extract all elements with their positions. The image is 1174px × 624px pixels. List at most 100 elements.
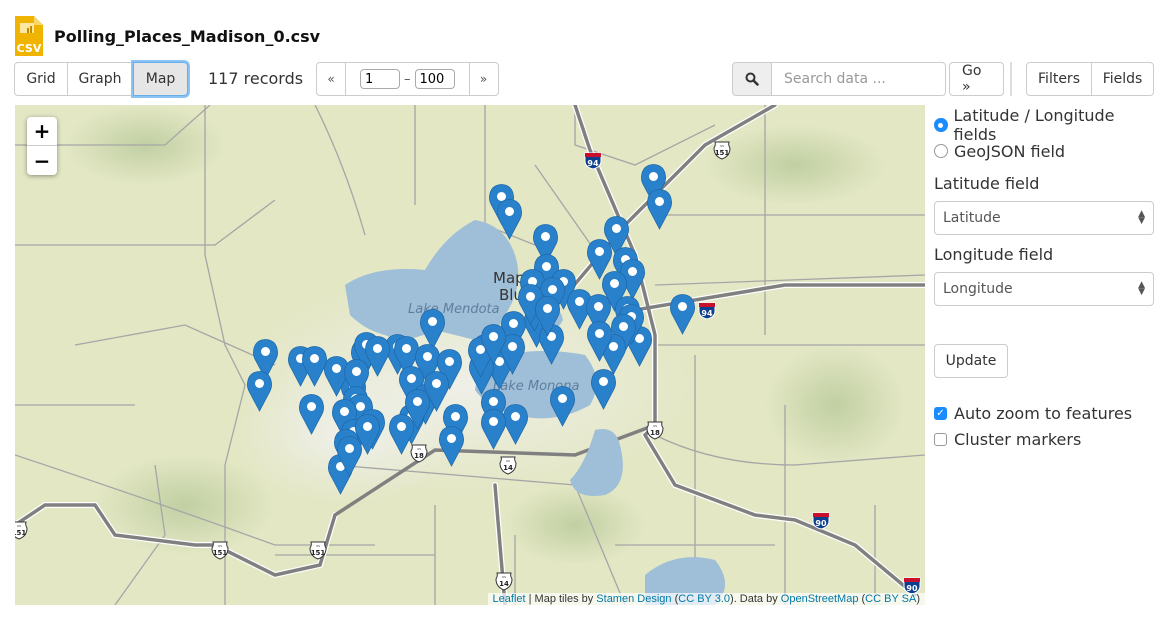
svg-text:US: US bbox=[417, 447, 421, 451]
svg-text:18: 18 bbox=[650, 429, 660, 437]
map-marker[interactable] bbox=[503, 404, 528, 445]
search-input[interactable] bbox=[772, 62, 946, 96]
longitude-select-value: Longitude bbox=[943, 281, 1013, 297]
range-separator: – bbox=[404, 71, 411, 87]
us-route-shield-icon: US151 bbox=[308, 540, 328, 560]
cc-by-link[interactable]: CC BY 3.0 bbox=[678, 593, 730, 605]
leaflet-link[interactable]: Leaflet bbox=[493, 593, 526, 605]
file-header: CSV Polling_Places_Madison_0.csv bbox=[14, 14, 320, 58]
map-view[interactable]: Maple Bluff Lake Mendota Lake Monona 94 U… bbox=[15, 105, 925, 605]
map-marker[interactable] bbox=[481, 324, 506, 365]
latlon-radio-option[interactable]: Latitude / Longitude fields bbox=[934, 106, 1154, 144]
map-marker[interactable] bbox=[591, 369, 616, 410]
svg-text:151: 151 bbox=[213, 549, 228, 557]
select-arrows-icon: ▲ ▼ bbox=[1138, 209, 1145, 226]
csv-file-icon: CSV bbox=[14, 15, 44, 57]
us-route-shield-icon: US151 bbox=[210, 540, 230, 560]
latlon-radio[interactable] bbox=[934, 118, 948, 132]
attribution-text: ) bbox=[916, 593, 920, 605]
us-route-shield-icon: US151 bbox=[712, 140, 732, 160]
us-route-shield-icon: US 14 bbox=[494, 571, 514, 591]
interstate-shield-icon: 94 bbox=[697, 300, 717, 320]
longitude-field-label: Longitude field bbox=[934, 245, 1054, 264]
latitude-field-label: Latitude field bbox=[934, 174, 1040, 193]
svg-text:CSV: CSV bbox=[17, 42, 42, 55]
cluster-markers-option[interactable]: Cluster markers bbox=[934, 426, 1154, 452]
map-marker[interactable] bbox=[587, 321, 612, 362]
svg-text:151: 151 bbox=[311, 549, 326, 557]
view-switcher: Grid Graph Map bbox=[14, 62, 188, 96]
us-route-shield-icon: US 18 bbox=[645, 420, 665, 440]
graph-view-button[interactable]: Graph bbox=[68, 62, 133, 96]
toolbar: Grid Graph Map 117 records « – » Go » Fi… bbox=[14, 62, 1154, 96]
cluster-markers-checkbox[interactable] bbox=[934, 432, 947, 446]
latlon-radio-label: Latitude / Longitude fields bbox=[953, 106, 1115, 144]
map-marker[interactable] bbox=[337, 436, 362, 477]
svg-text:14: 14 bbox=[503, 464, 513, 472]
page-from-input[interactable] bbox=[360, 69, 400, 89]
fields-button[interactable]: Fields bbox=[1092, 62, 1154, 96]
svg-text:14: 14 bbox=[499, 580, 509, 588]
map-view-button[interactable]: Map bbox=[133, 62, 188, 96]
map-marker[interactable] bbox=[439, 426, 464, 467]
file-title: Polling_Places_Madison_0.csv bbox=[54, 26, 321, 46]
svg-text:US: US bbox=[720, 144, 724, 148]
update-button[interactable]: Update bbox=[934, 344, 1008, 378]
map-marker[interactable] bbox=[535, 296, 560, 337]
geojson-radio[interactable] bbox=[934, 144, 948, 158]
map-attribution: Leaflet | Map tiles by Stamen Design (CC… bbox=[487, 593, 925, 605]
svg-text:US: US bbox=[316, 544, 320, 548]
map-marker[interactable] bbox=[389, 414, 414, 455]
svg-text:94: 94 bbox=[587, 159, 599, 168]
svg-text:151: 151 bbox=[15, 529, 26, 537]
map-marker[interactable] bbox=[299, 394, 324, 435]
search-box bbox=[732, 62, 946, 96]
record-count: 117 records bbox=[208, 69, 304, 88]
filters-button[interactable]: Filters bbox=[1026, 62, 1092, 96]
latitude-field-select[interactable]: Latitude ▲ ▼ bbox=[934, 201, 1154, 235]
search-icon bbox=[732, 62, 772, 96]
filter-field-group: Filters Fields bbox=[1026, 62, 1154, 96]
svg-text:US: US bbox=[653, 424, 657, 428]
map-marker[interactable] bbox=[647, 189, 672, 230]
osm-link[interactable]: OpenStreetMap bbox=[781, 593, 859, 605]
svg-text:US: US bbox=[17, 524, 21, 528]
map-marker[interactable] bbox=[670, 294, 695, 335]
toolbar-divider bbox=[1010, 62, 1012, 96]
attribution-text: ). Data by bbox=[730, 593, 781, 605]
map-marker[interactable] bbox=[247, 371, 272, 412]
next-page-button[interactable]: » bbox=[470, 63, 498, 95]
select-arrows-icon: ▲ ▼ bbox=[1138, 280, 1145, 297]
pager: « – » bbox=[316, 62, 499, 96]
interstate-shield-icon: 90 bbox=[811, 510, 831, 530]
attribution-text: | Map tiles by bbox=[525, 593, 597, 605]
go-button[interactable]: Go » bbox=[949, 62, 1004, 96]
interstate-shield-icon: 94 bbox=[583, 150, 603, 170]
svg-text:94: 94 bbox=[701, 309, 713, 318]
cc-by-sa-link[interactable]: CC BY SA bbox=[865, 593, 916, 605]
auto-zoom-label: Auto zoom to features bbox=[954, 403, 1133, 423]
map-marker[interactable] bbox=[365, 336, 390, 377]
svg-text:US: US bbox=[218, 544, 222, 548]
map-marker[interactable] bbox=[481, 409, 506, 450]
latitude-select-value: Latitude bbox=[943, 210, 1001, 226]
map-marker[interactable] bbox=[550, 386, 575, 427]
us-route-shield-icon: US 14 bbox=[498, 455, 518, 475]
map-marker[interactable] bbox=[497, 199, 522, 240]
svg-text:US: US bbox=[502, 575, 506, 579]
map-settings-panel: Latitude / Longitude fields GeoJSON fiel… bbox=[934, 106, 1154, 452]
auto-zoom-checkbox[interactable]: ✓ bbox=[934, 406, 947, 420]
geojson-radio-label: GeoJSON field bbox=[954, 141, 1066, 161]
auto-zoom-option[interactable]: ✓ Auto zoom to features bbox=[934, 400, 1154, 426]
longitude-field-select[interactable]: Longitude ▲ ▼ bbox=[934, 272, 1154, 306]
zoom-out-button[interactable]: − bbox=[27, 146, 57, 175]
svg-text:US: US bbox=[506, 459, 510, 463]
stamen-link[interactable]: Stamen Design bbox=[596, 593, 671, 605]
prev-page-button[interactable]: « bbox=[317, 63, 345, 95]
svg-text:151: 151 bbox=[715, 149, 730, 157]
grid-view-button[interactable]: Grid bbox=[14, 62, 68, 96]
zoom-in-button[interactable]: + bbox=[27, 117, 57, 146]
svg-text:90: 90 bbox=[815, 519, 827, 528]
page-to-input[interactable] bbox=[414, 69, 455, 89]
interstate-shield-icon: 90 bbox=[902, 575, 922, 595]
